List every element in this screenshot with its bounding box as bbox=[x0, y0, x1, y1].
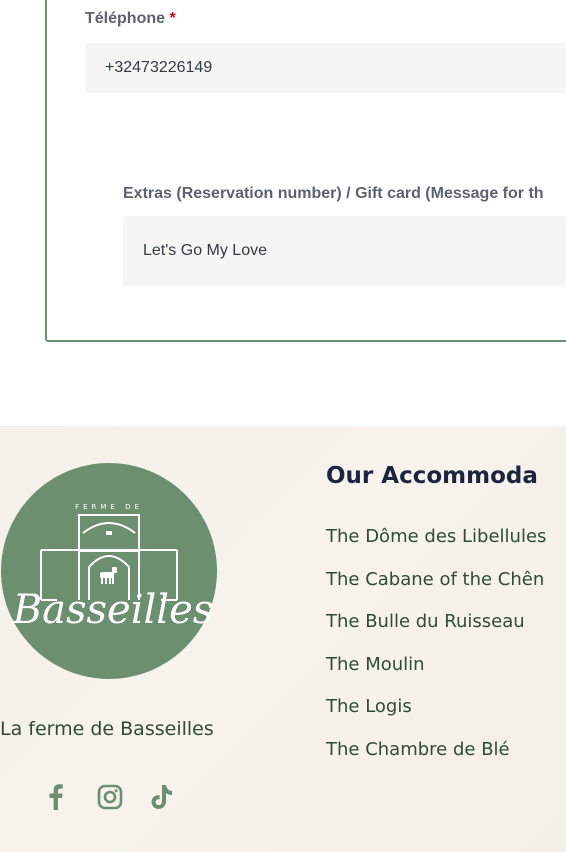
facebook-icon bbox=[49, 784, 63, 810]
tiktok-icon bbox=[151, 785, 172, 809]
instagram-icon bbox=[97, 784, 123, 810]
required-mark: * bbox=[169, 10, 176, 27]
facebook-link[interactable] bbox=[41, 782, 71, 812]
brand-name: La ferme de Basseilles bbox=[0, 718, 214, 740]
phone-label-text: Téléphone bbox=[85, 10, 166, 27]
extras-textarea[interactable]: Let's Go My Love bbox=[123, 216, 566, 286]
accommodation-link[interactable]: The Bulle du Ruisseau bbox=[326, 608, 546, 651]
accommodations-list: The Dôme des Libellules The Cabane of th… bbox=[326, 523, 546, 779]
accommodation-link[interactable]: The Logis bbox=[326, 693, 546, 736]
accommodations-heading: Our Accommoda bbox=[326, 463, 538, 489]
accommodation-link[interactable]: The Dôme des Libellules bbox=[326, 523, 546, 566]
accommodation-link[interactable]: The Chambre de Blé bbox=[326, 736, 546, 779]
instagram-link[interactable] bbox=[95, 782, 125, 812]
phone-input-value: +32473226149 bbox=[105, 59, 213, 76]
logo-top-text: FERME DE bbox=[75, 503, 143, 511]
page: Téléphone * +32473226149 Extras (Reserva… bbox=[0, 0, 566, 852]
phone-label: Téléphone * bbox=[85, 10, 176, 28]
logo-script-text: Basseilles bbox=[12, 587, 214, 633]
tiktok-link[interactable] bbox=[147, 782, 177, 812]
accommodation-link[interactable]: The Cabane of the Chên bbox=[326, 566, 546, 609]
extras-textarea-value: Let's Go My Love bbox=[143, 242, 267, 259]
accommodation-link[interactable]: The Moulin bbox=[326, 651, 546, 694]
phone-input[interactable]: +32473226149 bbox=[85, 43, 566, 93]
extras-label: Extras (Reservation number) / Gift card … bbox=[123, 185, 544, 202]
ferme-de-basseilles-logo[interactable]: FERME DE Basseilles bbox=[1, 463, 217, 679]
